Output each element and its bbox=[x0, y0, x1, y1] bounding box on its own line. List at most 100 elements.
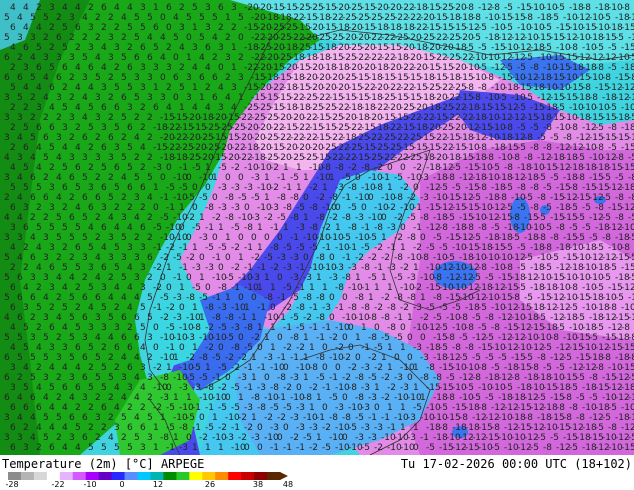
temperature-value: 2 bbox=[205, 83, 211, 93]
temperature-value: 6 bbox=[49, 123, 55, 133]
temperature-value: -5 bbox=[251, 193, 260, 203]
temperature-value: 5 bbox=[108, 313, 114, 323]
colorbar-tick-label: 48 bbox=[283, 480, 293, 489]
temperature-value: 5 bbox=[140, 323, 146, 333]
temperature-value: 6 bbox=[23, 223, 29, 233]
temperature-value: 1 bbox=[257, 223, 263, 233]
temperature-value: 4 bbox=[62, 143, 68, 153]
temperature-value: 0 bbox=[355, 353, 361, 363]
temperature-value: 1 bbox=[296, 183, 302, 193]
temperature-value: 4 bbox=[121, 293, 127, 303]
temperature-value: -8 bbox=[290, 193, 299, 203]
temperature-value: 1 bbox=[309, 403, 315, 413]
temperature-value: -3 bbox=[225, 433, 234, 443]
temperature-value: 6 bbox=[127, 63, 133, 73]
temperature-value: 2 bbox=[225, 73, 231, 83]
temperature-value: 2 bbox=[30, 213, 36, 223]
temperature-value: -5 bbox=[576, 233, 585, 243]
temperature-value: -5 bbox=[504, 3, 513, 13]
temperature-value: -8 bbox=[316, 293, 325, 303]
temperature-value: -3 bbox=[290, 373, 299, 383]
temperature-value: -1 bbox=[270, 223, 279, 233]
temperature-value: -10 bbox=[621, 223, 634, 233]
temperature-value: -3 bbox=[244, 183, 253, 193]
temperature-value: -8 bbox=[361, 263, 370, 273]
temperature-value: -5 bbox=[277, 213, 286, 223]
temperature-value: 1 bbox=[270, 343, 276, 353]
temperature-value: 2 bbox=[114, 363, 120, 373]
temperature-value: 3 bbox=[49, 283, 55, 293]
temperature-value: 6 bbox=[75, 343, 81, 353]
temperature-value: -8 bbox=[452, 343, 461, 353]
temperature-value: 1 bbox=[231, 43, 237, 53]
temperature-value: 4 bbox=[114, 383, 120, 393]
temperature-value: 2 bbox=[36, 323, 42, 333]
temperature-value: 6 bbox=[4, 373, 10, 383]
temperature-value: 2 bbox=[82, 33, 88, 43]
temperature-value: 6 bbox=[95, 293, 101, 303]
temperature-value: -8 bbox=[530, 363, 539, 373]
temperature-value: -3 bbox=[179, 383, 188, 393]
temperature-value: -5 bbox=[478, 23, 487, 33]
temperature-value: -5 bbox=[628, 253, 634, 263]
temperature-value: 5 bbox=[134, 33, 140, 43]
temperature-value: 1 bbox=[322, 183, 328, 193]
temperature-value: 1 bbox=[173, 353, 179, 363]
temperature-value: -8 bbox=[342, 213, 351, 223]
temperature-value: -8 bbox=[465, 323, 474, 333]
temperature-value: -1 bbox=[192, 403, 201, 413]
temperature-value: 3 bbox=[56, 93, 62, 103]
temperature-value: -2 bbox=[348, 163, 357, 173]
temperature-value: 1 bbox=[413, 383, 419, 393]
temperature-value: 2 bbox=[218, 23, 224, 33]
temperature-value: 1 bbox=[309, 283, 315, 293]
temperature-value: -5 bbox=[524, 253, 533, 263]
temperature-value: 3 bbox=[23, 303, 29, 313]
colorbar-segment bbox=[59, 472, 74, 480]
temperature-value: -1 bbox=[283, 443, 292, 453]
temperature-value: -8 bbox=[530, 183, 539, 193]
temperature-value: 5 bbox=[43, 433, 49, 443]
temperature-value: 5 bbox=[199, 33, 205, 43]
temperature-value: -5 bbox=[283, 403, 292, 413]
temperature-value: 6 bbox=[101, 403, 107, 413]
temperature-value: 4 bbox=[134, 213, 140, 223]
temperature-value: -8 bbox=[621, 323, 630, 333]
temperature-value: -5 bbox=[283, 243, 292, 253]
temperature-value: 6 bbox=[30, 393, 36, 403]
temperature-value: 5 bbox=[82, 173, 88, 183]
temperature-value: -18 bbox=[621, 383, 634, 393]
temperature-value: 3 bbox=[108, 53, 114, 63]
colorbar-segment bbox=[215, 472, 229, 480]
temperature-value: -3 bbox=[251, 273, 260, 283]
temperature-value: 1 bbox=[192, 243, 198, 253]
temperature-value: -10 bbox=[628, 393, 634, 403]
temperature-value: 3 bbox=[4, 433, 10, 443]
temperature-value: 6 bbox=[56, 33, 62, 43]
temperature-value: 1 bbox=[400, 343, 406, 353]
colorbar-segment bbox=[124, 472, 139, 480]
temperature-value: 5 bbox=[121, 233, 127, 243]
temperature-value: -8 bbox=[355, 393, 364, 403]
temperature-value: -10 bbox=[621, 103, 634, 113]
temperature-value: 5 bbox=[212, 13, 218, 23]
temperature-value: -5 bbox=[153, 223, 162, 233]
temperature-value: -1 bbox=[277, 173, 286, 183]
temperature-value: -2 bbox=[205, 343, 214, 353]
temperature-value: 3 bbox=[140, 83, 146, 93]
temperature-value: -5 bbox=[628, 213, 634, 223]
temperature-value: 1 bbox=[257, 283, 263, 293]
temperature-value: -8 bbox=[433, 373, 442, 383]
temperature-value: -8 bbox=[524, 13, 533, 23]
temperature-value: -5 bbox=[348, 203, 357, 213]
temperature-value: 2 bbox=[75, 403, 81, 413]
temperature-value: -1 bbox=[283, 183, 292, 193]
temperature-value: 1 bbox=[166, 263, 172, 273]
temperature-value: -8 bbox=[309, 203, 318, 213]
temperature-value: 1 bbox=[205, 163, 211, 173]
temperature-value: -2 bbox=[231, 243, 240, 253]
temperature-value: 1 bbox=[400, 403, 406, 413]
temperature-value: 0 bbox=[238, 233, 244, 243]
temperature-value: -5 bbox=[491, 163, 500, 173]
temperature-value: 4 bbox=[49, 363, 55, 373]
